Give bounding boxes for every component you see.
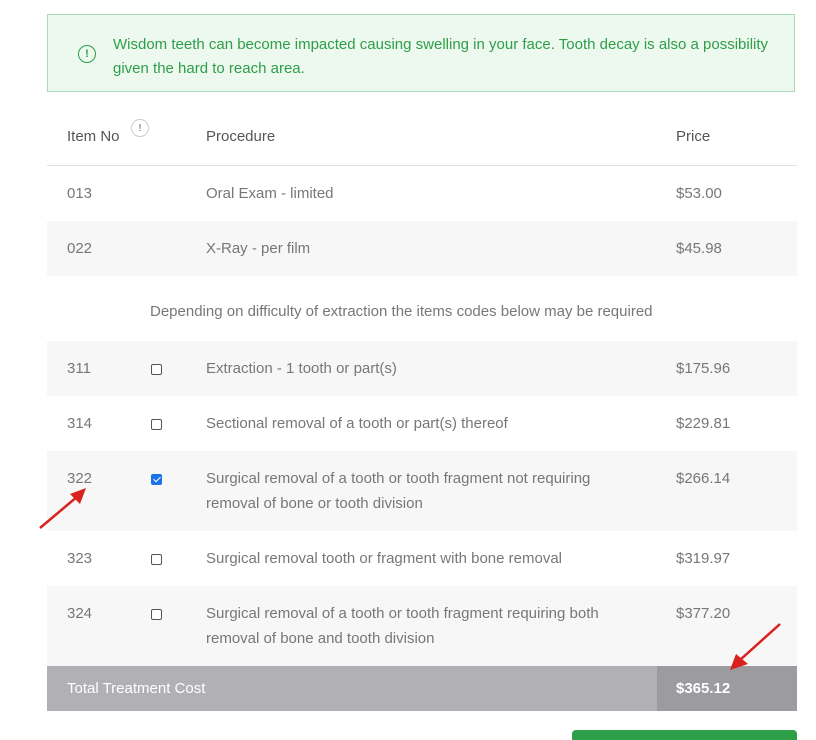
action-button[interactable] bbox=[572, 730, 797, 740]
item-number: 311 bbox=[67, 360, 91, 377]
alert-text: Wisdom teeth can become impacted causing… bbox=[113, 36, 769, 77]
price: $319.97 bbox=[676, 550, 731, 567]
item-number: 314 bbox=[67, 415, 93, 432]
procedure-name: Surgical removal of a tooth or tooth fra… bbox=[206, 605, 599, 647]
table-header: Item No ! Procedure Price bbox=[47, 110, 797, 166]
procedure-name: Oral Exam - limited bbox=[206, 185, 334, 202]
table-row: 324 Surgical removal of a tooth or tooth… bbox=[47, 586, 797, 666]
item-number: 022 bbox=[67, 240, 93, 257]
table-row: 314 Sectional removal of a tooth or part… bbox=[47, 396, 797, 451]
table-row: 022 X-Ray - per film $45.98 bbox=[47, 221, 797, 276]
checkbox-322[interactable] bbox=[151, 474, 162, 485]
checkbox-324[interactable] bbox=[151, 609, 162, 620]
total-label: Total Treatment Cost bbox=[67, 680, 206, 697]
price: $45.98 bbox=[676, 240, 722, 257]
price: $266.14 bbox=[676, 470, 731, 487]
procedure-name: Surgical removal of a tooth or tooth fra… bbox=[206, 470, 591, 512]
exclamation-circle-icon: ! bbox=[78, 45, 96, 63]
item-number: 323 bbox=[67, 550, 93, 567]
info-icon[interactable]: ! bbox=[131, 119, 149, 137]
column-header-price: Price bbox=[676, 128, 711, 145]
column-header-procedure: Procedure bbox=[206, 128, 276, 145]
item-number: 324 bbox=[67, 605, 93, 622]
total-row: Total Treatment Cost bbox=[47, 666, 657, 711]
checkbox-311[interactable] bbox=[151, 364, 162, 375]
extraction-note: Depending on difficulty of extraction th… bbox=[150, 303, 653, 320]
checkbox-323[interactable] bbox=[151, 554, 162, 565]
info-alert: ! Wisdom teeth can become impacted causi… bbox=[47, 14, 795, 92]
table-row: 322 Surgical removal of a tooth or tooth… bbox=[47, 451, 797, 531]
table-row: 323 Surgical removal tooth or fragment w… bbox=[47, 531, 797, 586]
procedure-name: Surgical removal tooth or fragment with … bbox=[206, 550, 563, 567]
total-value: $365.12 bbox=[676, 680, 731, 697]
procedure-name: Extraction - 1 tooth or part(s) bbox=[206, 360, 397, 377]
red-arrow-icon bbox=[730, 623, 781, 670]
procedure-name: X-Ray - per film bbox=[206, 240, 311, 257]
table-row: 013 Oral Exam - limited $53.00 bbox=[47, 166, 797, 221]
table-row: 311 Extraction - 1 tooth or part(s) $175… bbox=[47, 341, 797, 396]
price: $175.96 bbox=[676, 360, 731, 377]
checkbox-314[interactable] bbox=[151, 419, 162, 430]
column-header-item-no: Item No bbox=[67, 128, 120, 145]
item-number: 013 bbox=[67, 185, 93, 202]
red-arrow-icon bbox=[39, 488, 86, 529]
procedure-name: Sectional removal of a tooth or part(s) … bbox=[206, 415, 508, 432]
price: $377.20 bbox=[676, 605, 731, 622]
price: $229.81 bbox=[676, 415, 731, 432]
price: $53.00 bbox=[676, 185, 722, 202]
